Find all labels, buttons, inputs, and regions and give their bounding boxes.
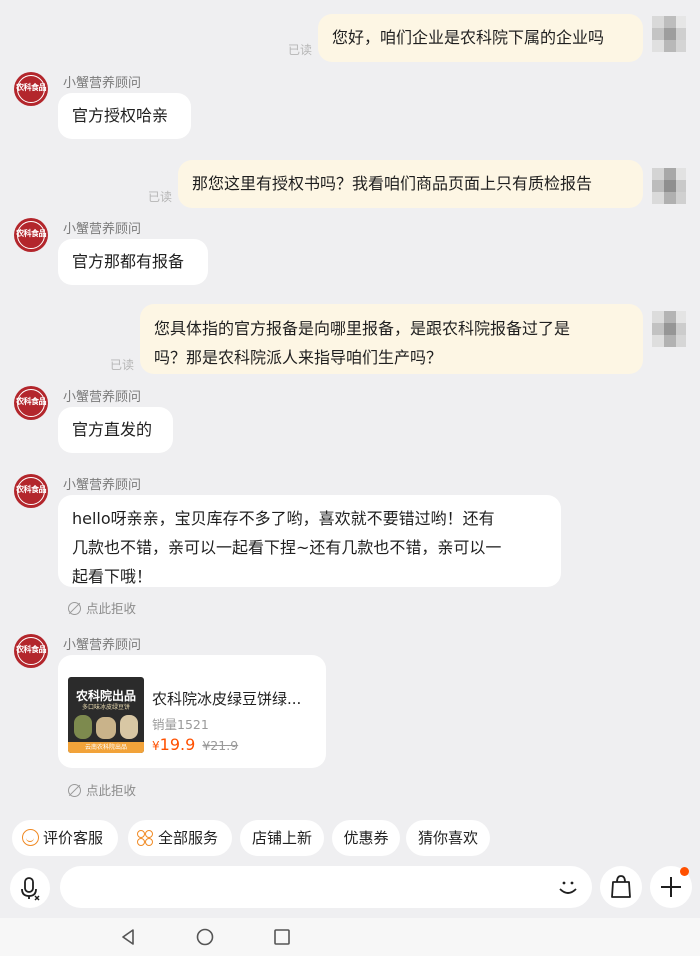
product-card[interactable]: 农科院出品 多口味冰皮绿豆饼 云南农科院出品 农科院冰皮绿豆饼绿... 销量15… — [58, 655, 326, 768]
message-line: 起看下哦！ — [72, 567, 153, 586]
user-avatar[interactable] — [652, 311, 686, 347]
grid-icon — [137, 830, 153, 846]
read-status: 已读 — [110, 358, 135, 372]
message-line: 几款也不错，亲可以一起看下捏~还有几款也不错，亲可以一 — [72, 538, 502, 557]
message-text: 官方那都有报备 — [72, 252, 185, 271]
home-icon[interactable] — [195, 927, 215, 947]
price-currency: ¥ — [152, 739, 160, 753]
back-icon[interactable] — [118, 927, 138, 947]
original-price: ¥21.9 — [202, 738, 239, 753]
add-button[interactable] — [650, 866, 692, 908]
shop-avatar[interactable]: 农科食品 — [14, 386, 48, 420]
sender-name: 小蟹营养顾问 — [63, 222, 142, 237]
smiley-icon — [22, 829, 39, 846]
incoming-message-4: hello呀亲亲，宝贝库存不多了哟，喜欢就不要错过哟！还有 几款也不错，亲可以一… — [58, 495, 561, 587]
guess-you-like-button[interactable]: 猜你喜欢 — [406, 820, 490, 856]
reject-messages-link[interactable]: 点此拒收 — [68, 780, 136, 799]
read-status: 已读 — [288, 43, 313, 57]
read-status: 已读 — [148, 190, 173, 204]
incoming-message-2: 官方那都有报备 — [58, 239, 208, 285]
chip-label: 猜你喜欢 — [417, 829, 478, 847]
chip-label: 全部服务 — [158, 829, 219, 847]
shop-avatar[interactable]: 农科食品 — [14, 474, 48, 508]
sender-name: 小蟹营养顾问 — [63, 390, 142, 405]
avatar-brand-text: 农科食品 — [16, 645, 47, 654]
voice-button[interactable] — [10, 868, 50, 908]
outgoing-message-3: 您具体指的官方报备是向哪里报备，是跟农科院报备过了是 吗？那是农科院派人来指导咱… — [140, 304, 643, 374]
shop-avatar[interactable]: 农科食品 — [14, 72, 48, 106]
message-line: hello呀亲亲，宝贝库存不多了哟，喜欢就不要错过哟！还有 — [72, 509, 495, 528]
coupons-button[interactable]: 优惠券 — [332, 820, 400, 856]
message-text: 您好，咱们企业是农科院下属的企业吗 — [332, 28, 605, 47]
product-image-headline: 农科院出品 — [75, 689, 136, 703]
all-services-button[interactable]: 全部服务 — [128, 820, 232, 856]
chip-label: 评价客服 — [43, 829, 104, 847]
avatar-brand-text: 农科食品 — [16, 485, 47, 494]
system-nav-bar — [0, 918, 700, 956]
message-text: 官方授权哈亲 — [72, 106, 169, 125]
avatar-brand-text: 农科食品 — [16, 83, 47, 92]
product-image-subline: 多口味冰皮绿豆饼 — [81, 704, 130, 711]
price-value: 19.9 — [159, 735, 196, 754]
emoji-icon[interactable] — [556, 875, 580, 899]
new-arrivals-button[interactable]: 店铺上新 — [240, 820, 324, 856]
chip-label: 店铺上新 — [251, 829, 312, 847]
outgoing-message-2: 那您这里有授权书吗？我看咱们商品页面上只有质检报告 — [178, 160, 643, 208]
incoming-message-1: 官方授权哈亲 — [58, 93, 191, 139]
product-image: 农科院出品 多口味冰皮绿豆饼 云南农科院出品 — [68, 677, 144, 753]
message-line: 吗？那是农科院派人来指导咱们生产吗？ — [154, 348, 443, 367]
sender-name: 小蟹营养顾问 — [63, 76, 142, 91]
product-image-footer: 云南农科院出品 — [68, 742, 144, 753]
avatar-brand-text: 农科食品 — [16, 397, 47, 406]
message-line: 您具体指的官方报备是向哪里报备，是跟农科院报备过了是 — [154, 319, 571, 338]
incoming-message-3: 官方直发的 — [58, 407, 173, 453]
reject-messages-link[interactable]: 点此拒收 — [68, 598, 136, 617]
reject-label: 点此拒收 — [86, 783, 137, 798]
user-avatar[interactable] — [652, 168, 686, 204]
user-avatar[interactable] — [652, 16, 686, 52]
shop-avatar[interactable]: 农科食品 — [14, 634, 48, 668]
notification-dot — [680, 867, 689, 876]
message-text: 那您这里有授权书吗？我看咱们商品页面上只有质检报告 — [192, 174, 593, 193]
shop-avatar[interactable]: 农科食品 — [14, 218, 48, 252]
block-icon — [68, 784, 81, 797]
shopping-bag-icon — [611, 875, 631, 898]
cart-button[interactable] — [600, 866, 642, 908]
avatar-brand-text: 农科食品 — [16, 229, 47, 238]
sender-name: 小蟹营养顾问 — [63, 638, 142, 653]
chip-label: 优惠券 — [343, 829, 389, 847]
reject-label: 点此拒收 — [86, 601, 137, 616]
outgoing-message-1: 您好，咱们企业是农科院下属的企业吗 — [318, 14, 643, 62]
recents-icon[interactable] — [272, 927, 292, 947]
message-text: 官方直发的 — [72, 420, 153, 439]
sender-name: 小蟹营养顾问 — [63, 478, 142, 493]
message-input[interactable] — [60, 866, 592, 908]
block-icon — [68, 602, 81, 615]
review-service-button[interactable]: 评价客服 — [12, 820, 118, 856]
microphone-icon — [21, 877, 40, 901]
product-price: ¥19.9 ¥21.9 — [152, 730, 238, 761]
